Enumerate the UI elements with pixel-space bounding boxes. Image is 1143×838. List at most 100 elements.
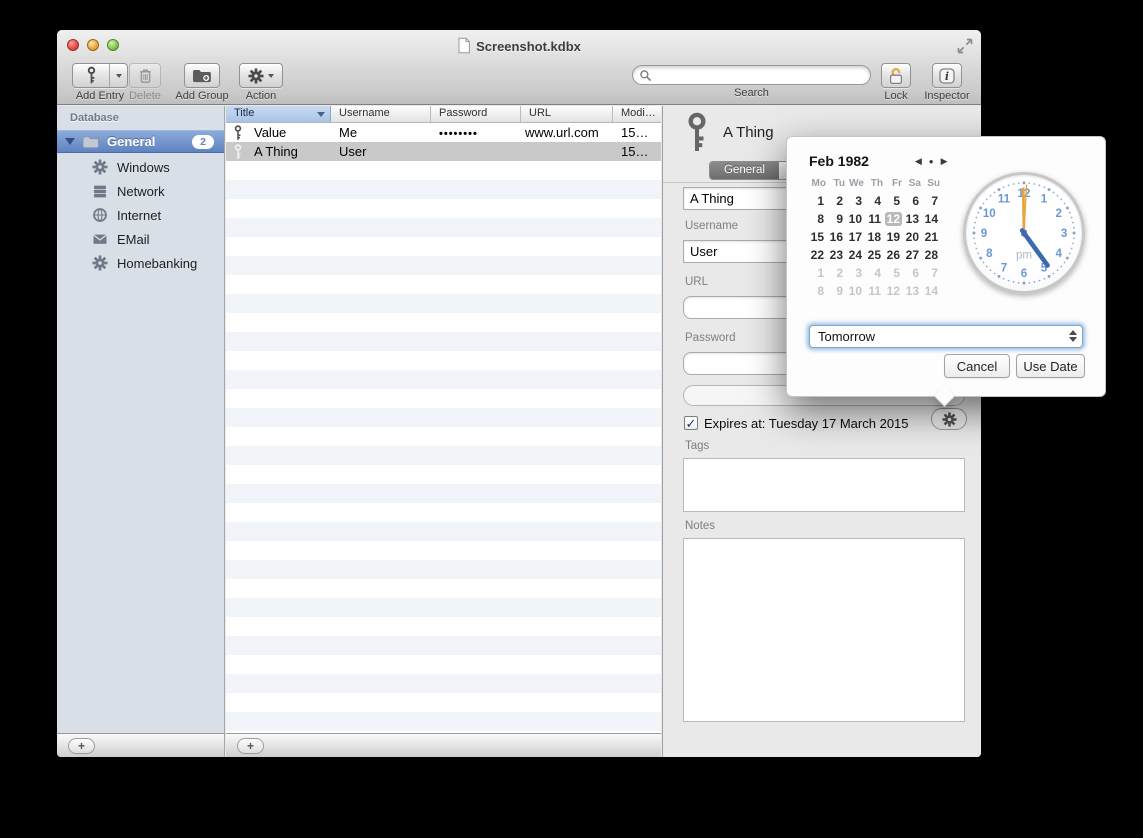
svg-text:10: 10 bbox=[983, 207, 996, 220]
network-icon bbox=[92, 183, 108, 199]
use-date-button[interactable]: Use Date bbox=[1016, 354, 1085, 378]
svg-text:i: i bbox=[945, 70, 949, 83]
sidebar-group-general[interactable]: General 2 bbox=[57, 130, 224, 153]
gear-icon bbox=[248, 68, 264, 84]
sidebar-item-network[interactable]: Network bbox=[57, 179, 224, 203]
sidebar-item-homebanking[interactable]: Homebanking bbox=[57, 251, 224, 275]
calendar-day[interactable]: 9 bbox=[828, 210, 847, 228]
action-button[interactable] bbox=[239, 63, 283, 88]
add-entry-label: Add Entry bbox=[76, 90, 124, 102]
calendar-day[interactable]: 10 bbox=[847, 282, 866, 300]
password-label: Password bbox=[685, 332, 736, 344]
expiry-settings-button[interactable] bbox=[931, 408, 967, 430]
calendar-day[interactable]: 21 bbox=[923, 228, 942, 246]
calendar-day[interactable]: 15 bbox=[809, 228, 828, 246]
tab-general[interactable]: General bbox=[710, 162, 779, 179]
add-group-button[interactable] bbox=[184, 63, 220, 88]
folder-icon bbox=[82, 135, 100, 149]
calendar-day[interactable]: 27 bbox=[904, 246, 923, 264]
calendar-day[interactable]: 1 bbox=[809, 192, 828, 210]
calendar-day[interactable]: 3 bbox=[847, 192, 866, 210]
disclosure-triangle-icon[interactable] bbox=[65, 138, 75, 145]
add-group-footer-button[interactable]: + bbox=[68, 738, 95, 754]
calendar-day[interactable]: 1 bbox=[809, 264, 828, 282]
calendar-day[interactable]: 9 bbox=[828, 282, 847, 300]
notes-input[interactable] bbox=[683, 538, 965, 722]
calendar-day[interactable]: 12 bbox=[885, 210, 904, 228]
gear-icon bbox=[92, 255, 108, 271]
column-header-url[interactable]: URL bbox=[521, 106, 613, 122]
svg-text:2: 2 bbox=[1055, 207, 1061, 220]
add-group-group: Add Group bbox=[171, 63, 233, 102]
calendar-day[interactable]: 14 bbox=[923, 210, 942, 228]
calendar-day[interactable]: 2 bbox=[828, 264, 847, 282]
document-icon bbox=[457, 37, 471, 54]
column-header-modified[interactable]: Modi… bbox=[613, 106, 661, 122]
inspector-button[interactable]: i bbox=[932, 63, 962, 88]
search-field[interactable] bbox=[632, 65, 871, 85]
calendar-day[interactable]: 25 bbox=[866, 246, 885, 264]
entry-table: Title Username Password URL Modi… Value … bbox=[226, 106, 661, 733]
sidebar-item-internet[interactable]: Internet bbox=[57, 203, 224, 227]
delete-button[interactable] bbox=[129, 63, 161, 88]
lock-button[interactable] bbox=[881, 63, 911, 88]
table-row-selected[interactable]: A Thing User 15… bbox=[226, 142, 661, 161]
folder-add-icon bbox=[192, 68, 212, 84]
column-header-password[interactable]: Password bbox=[431, 106, 521, 122]
sidebar-footer: + bbox=[57, 733, 225, 757]
next-month-icon[interactable]: ▶ bbox=[937, 156, 951, 167]
calendar-day[interactable]: 13 bbox=[904, 210, 923, 228]
calendar-day[interactable]: 24 bbox=[847, 246, 866, 264]
add-entry-group: Add Entry bbox=[69, 63, 131, 102]
column-header-title[interactable]: Title bbox=[226, 106, 331, 122]
add-entry-footer-button[interactable]: + bbox=[237, 738, 264, 754]
calendar-day[interactable]: 3 bbox=[847, 264, 866, 282]
notes-label: Notes bbox=[685, 520, 715, 532]
sidebar-section-header: Database bbox=[70, 112, 119, 124]
calendar-day[interactable]: 12 bbox=[885, 282, 904, 300]
calendar-day[interactable]: 19 bbox=[885, 228, 904, 246]
weekday-label: Mo bbox=[809, 176, 828, 192]
cancel-button[interactable]: Cancel bbox=[944, 354, 1010, 378]
calendar-day[interactable]: 4 bbox=[866, 264, 885, 282]
calendar-day[interactable]: 22 bbox=[809, 246, 828, 264]
column-header-username[interactable]: Username bbox=[331, 106, 431, 122]
sidebar-item-email[interactable]: EMail bbox=[57, 227, 224, 251]
expires-checkbox[interactable]: ✓ bbox=[684, 416, 698, 430]
calendar-day[interactable]: 6 bbox=[904, 264, 923, 282]
sidebar-item-windows[interactable]: Windows bbox=[57, 155, 224, 179]
calendar-day[interactable]: 8 bbox=[809, 282, 828, 300]
today-icon[interactable]: ● bbox=[925, 157, 937, 166]
calendar-day[interactable]: 10 bbox=[847, 210, 866, 228]
calendar-day[interactable]: 11 bbox=[866, 282, 885, 300]
search-label: Search bbox=[734, 87, 769, 99]
tags-input[interactable] bbox=[683, 458, 965, 512]
search-input[interactable] bbox=[655, 68, 864, 82]
calendar-day[interactable]: 8 bbox=[809, 210, 828, 228]
calendar-day[interactable]: 6 bbox=[904, 192, 923, 210]
calendar-month-label: Feb 1982 bbox=[809, 153, 869, 169]
calendar-day[interactable]: 7 bbox=[923, 192, 942, 210]
calendar-day[interactable]: 2 bbox=[828, 192, 847, 210]
calendar-day[interactable]: 5 bbox=[885, 192, 904, 210]
calendar-day[interactable]: 23 bbox=[828, 246, 847, 264]
prev-month-icon[interactable]: ◀ bbox=[911, 156, 925, 167]
table-row[interactable]: Value Me •••••••• www.url.com 15… bbox=[226, 123, 661, 142]
calendar-day[interactable]: 14 bbox=[923, 282, 942, 300]
calendar-day[interactable]: 26 bbox=[885, 246, 904, 264]
add-entry-button[interactable] bbox=[72, 63, 128, 88]
calendar-day[interactable]: 20 bbox=[904, 228, 923, 246]
expiry-preset-select[interactable]: Tomorrow bbox=[809, 325, 1083, 348]
calendar-day[interactable]: 11 bbox=[866, 210, 885, 228]
calendar-day[interactable]: 4 bbox=[866, 192, 885, 210]
calendar-day[interactable]: 13 bbox=[904, 282, 923, 300]
calendar-day[interactable]: 5 bbox=[885, 264, 904, 282]
calendar-day[interactable]: 17 bbox=[847, 228, 866, 246]
calendar-day[interactable]: 18 bbox=[866, 228, 885, 246]
svg-text:4: 4 bbox=[1055, 247, 1062, 260]
calendar-day[interactable]: 7 bbox=[923, 264, 942, 282]
calendar-day[interactable]: 16 bbox=[828, 228, 847, 246]
fullscreen-button[interactable] bbox=[956, 37, 974, 55]
weekday-label: Sa bbox=[904, 176, 923, 192]
calendar-day[interactable]: 28 bbox=[923, 246, 942, 264]
